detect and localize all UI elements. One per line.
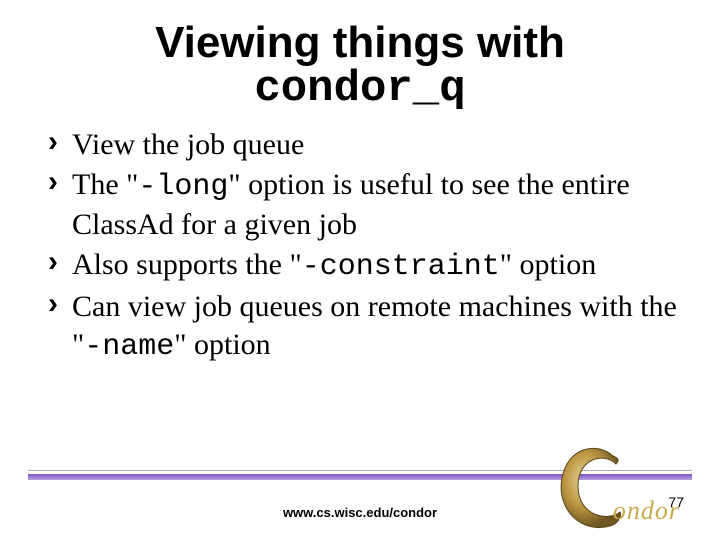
- list-item: › Also supports the "-constraint" option: [48, 246, 680, 286]
- page-number: 77: [668, 494, 684, 510]
- text-run: View the job queue: [72, 128, 304, 161]
- bullet-marker: ›: [48, 124, 58, 160]
- bullet-marker: ›: [48, 286, 58, 322]
- bullet-list: › View the job queue › The "-long" optio…: [48, 126, 680, 366]
- bullet-text: Also supports the "-constraint" option: [72, 246, 596, 286]
- bullet-text: Can view job queues on remote machines w…: [72, 288, 680, 366]
- title-line-1: Viewing things with: [0, 18, 720, 68]
- bullet-text: The "-long" option is useful to see the …: [72, 166, 680, 244]
- bullet-marker: ›: [48, 244, 58, 280]
- list-item: › The "-long" option is useful to see th…: [48, 166, 680, 244]
- title-code: condor_q: [0, 64, 720, 114]
- slide-title: Viewing things with condor_q: [0, 18, 720, 114]
- bullet-marker: ›: [48, 164, 58, 200]
- code-run: -constraint: [302, 250, 500, 284]
- text-run: The ": [72, 168, 138, 201]
- code-run: -name: [84, 330, 174, 364]
- bullet-text: View the job queue: [72, 126, 304, 164]
- text-run: " option: [500, 248, 596, 281]
- text-run: Also supports the ": [72, 248, 302, 281]
- text-run: " option: [174, 328, 270, 361]
- list-item: › Can view job queues on remote machines…: [48, 288, 680, 366]
- slide: Viewing things with condor_q › View the …: [0, 18, 720, 540]
- condor-logo: ondor: [520, 428, 680, 538]
- code-run: -long: [138, 170, 228, 204]
- list-item: › View the job queue: [48, 126, 680, 164]
